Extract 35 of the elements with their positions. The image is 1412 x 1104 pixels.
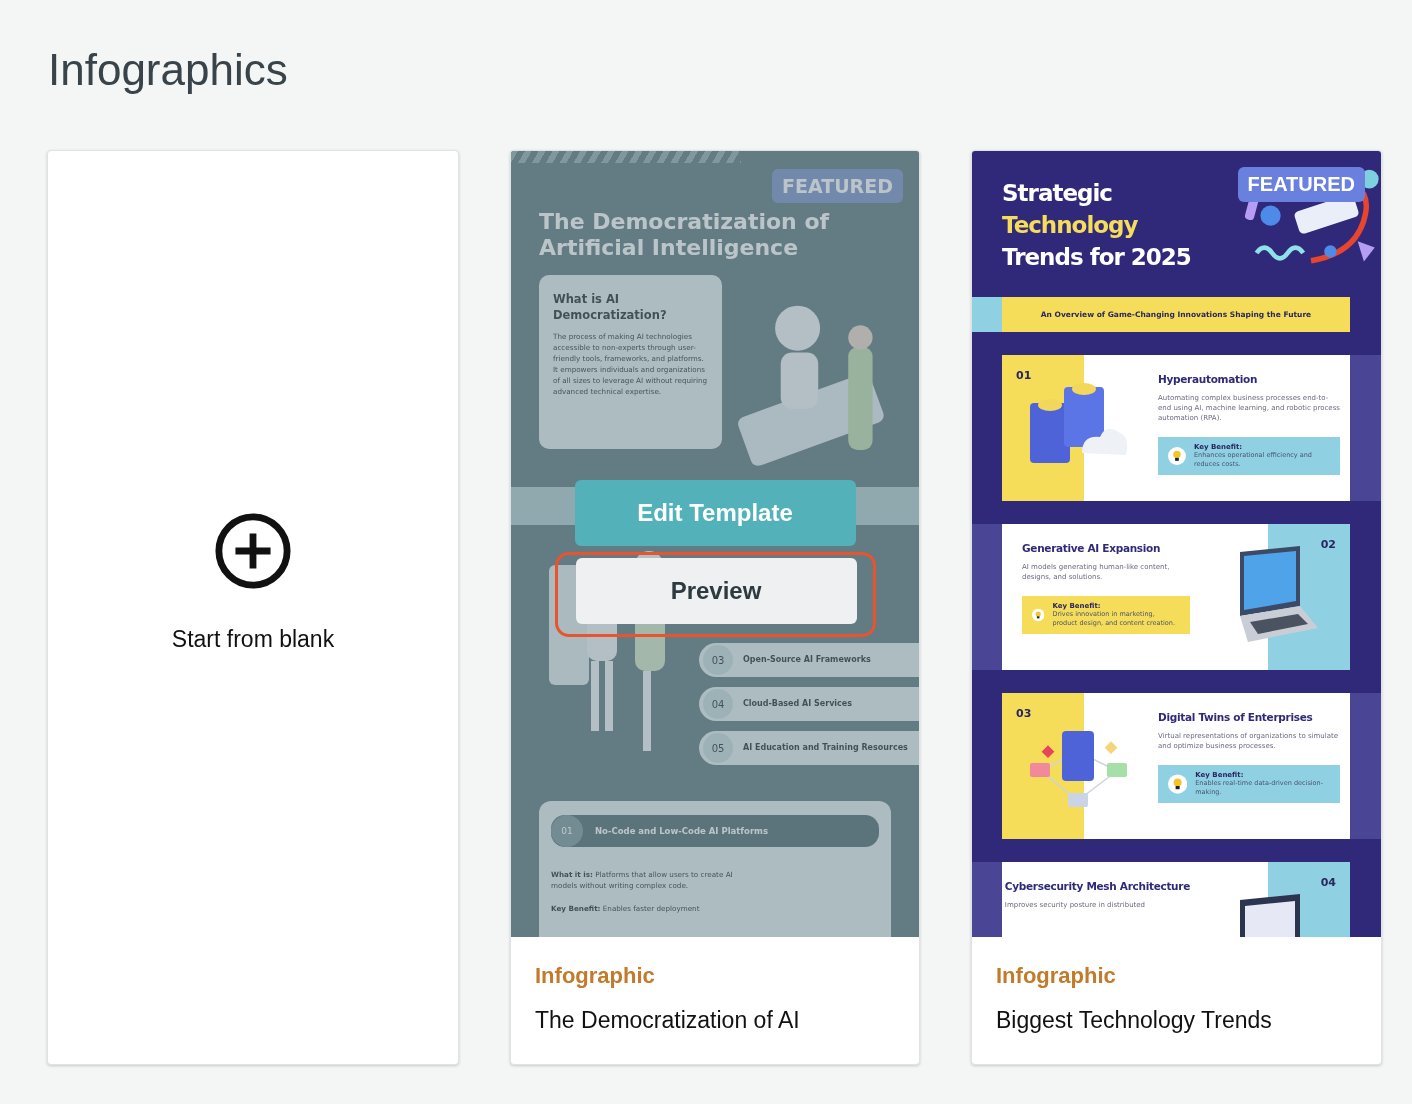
step-number: 04 — [703, 689, 733, 719]
trend-number: 01 — [1016, 369, 1032, 382]
template-name: Biggest Technology Trends — [996, 1007, 1273, 1034]
infographic-title-line: Trends for 2025 — [1002, 243, 1191, 272]
trend-title: Hyperautomation — [1158, 373, 1259, 385]
trend-number: 04 — [1320, 876, 1336, 889]
step-label: Cloud-Based AI Services — [743, 699, 853, 709]
preview-button[interactable]: Preview — [575, 557, 857, 624]
lightbulb-icon — [1168, 773, 1188, 795]
step-number: 03 — [703, 645, 733, 675]
featured-badge: FEATURED — [1237, 167, 1365, 202]
add-icon — [214, 512, 292, 590]
step-label: AI Education and Training Resources — [743, 743, 908, 753]
trend-number: 02 — [1320, 538, 1336, 551]
section-heading: No-Code and Low-Code AI Platforms — [595, 826, 768, 836]
infographic-title-line: Strategic — [1002, 179, 1113, 208]
step-number: 05 — [703, 733, 733, 763]
step-label: Open-Source AI Frameworks — [743, 655, 871, 665]
section-number: 01 — [551, 815, 583, 847]
lightbulb-icon — [1168, 445, 1186, 467]
featured-badge: FEATURED — [772, 169, 903, 203]
infographic-title: The Democratization of Artificial Intelligence — [539, 209, 831, 261]
trend-title: Digital Twins of Enterprises — [1158, 711, 1314, 723]
blank-template-card[interactable]: Start from blank — [47, 150, 459, 1065]
template-category: Infographic — [535, 963, 656, 989]
template-category: Infographic — [996, 963, 1117, 989]
intro-heading: What is AI Democratization? — [553, 291, 668, 323]
trend-title: Generative AI Expansion — [1022, 542, 1162, 554]
page-title: Infographics — [48, 44, 289, 96]
banner-accent — [972, 297, 1002, 332]
infographic-title-line: Technology — [1002, 211, 1139, 240]
trend-title: Cybersecurity Mesh Architecture — [1004, 880, 1190, 892]
template-name: The Democratization of AI — [535, 1007, 801, 1034]
blank-label: Start from blank — [171, 626, 335, 653]
trend-number: 03 — [1016, 707, 1032, 720]
